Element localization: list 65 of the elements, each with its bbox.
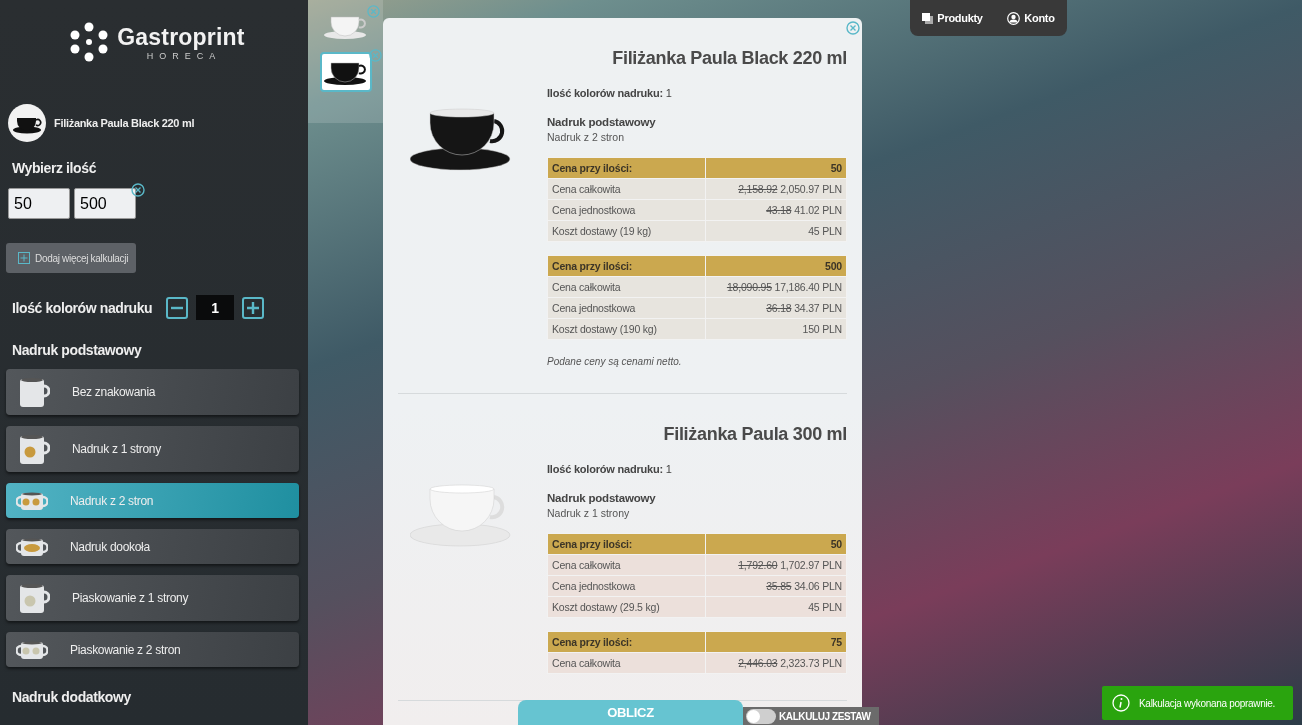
print-type-value: Nadruk z 2 stron [547, 131, 626, 143]
mug-icon [16, 536, 48, 557]
table-header-cell: Cena przy ilości: [547, 631, 706, 653]
product-thumbnail[interactable] [319, 52, 372, 92]
minus-icon[interactable] [166, 296, 189, 319]
print-colors-text: Ilość kolorów nadruku: 1 [547, 87, 673, 99]
toggle-label: KALKULUJ ZESTAW [779, 710, 871, 722]
nav-link[interactable]: Produkty [922, 12, 983, 24]
toggle-switch[interactable] [746, 708, 776, 724]
mug-icon [18, 376, 50, 408]
section-heading: Nadruk podstawowy [12, 342, 142, 358]
nav-link[interactable]: Konto [1007, 11, 1055, 25]
table-cell: Cena całkowita [547, 276, 706, 298]
table-header-cell: Cena przy ilości: [547, 533, 706, 555]
table-header-cell: 75 [706, 631, 847, 653]
table-header-cell: Cena przy ilości: [547, 157, 706, 179]
table-header-cell: Cena przy ilości: [547, 255, 706, 277]
net-price-note: Podane ceny są cenami netto. [547, 356, 683, 367]
table-cell: Koszt dostawy (19 kg) [547, 220, 706, 242]
info-icon [1112, 694, 1130, 712]
table-header-cell: 50 [706, 157, 847, 179]
print-option[interactable]: Bez znakowania [6, 369, 299, 415]
product-name: Filiżanka Paula Black 220 ml [54, 117, 195, 129]
product-title: Filiżanka Paula Black 220 ml [611, 48, 847, 69]
table-cell: Cena całkowita [547, 652, 706, 674]
table-header-cell: 500 [706, 255, 847, 277]
brand-name: Gastroprint [117, 23, 245, 51]
color-count-field[interactable]: 1 [196, 295, 235, 320]
print-option[interactable]: Nadruk dookoła [6, 529, 299, 564]
close-icon[interactable] [368, 49, 382, 62]
table-cell: Koszt dostawy (29.5 kg) [547, 596, 706, 618]
print-type-heading: Nadruk podstawowy [547, 492, 657, 504]
product-title: Filiżanka Paula 300 ml [662, 424, 847, 445]
table-cell: Cena jednostkowa [547, 199, 706, 221]
table-cell: Cena jednostkowa [547, 575, 706, 597]
brand-tagline: HORECA [146, 50, 222, 61]
print-type-heading: Nadruk podstawowy [547, 116, 657, 128]
flower-logo-icon [69, 22, 110, 62]
print-colors-label: Ilość kolorów nadruku [12, 299, 153, 316]
section-heading: Nadruk dodatkowy [12, 689, 131, 705]
print-type-value: Nadruk z 1 strony [547, 507, 631, 519]
mug-icon [18, 582, 50, 614]
mug-icon [16, 639, 48, 660]
remove-icon[interactable] [131, 183, 145, 197]
quantity-input[interactable]: 500 [74, 188, 136, 219]
cup-thumbnail-icon [8, 104, 46, 142]
table-cell: Cena jednostkowa [547, 297, 706, 319]
table-cell: Koszt dostawy (190 kg) [547, 318, 706, 340]
copy-icon [922, 12, 934, 24]
toast-message: Kalkulacja wykonana poprawnie. [1139, 697, 1276, 709]
mug-icon [18, 433, 50, 465]
table-cell: Cena całkowita [547, 554, 706, 576]
quantity-input[interactable]: 50 [8, 188, 70, 219]
add-calculation-button[interactable]: Dodaj więcej kalkulacji [6, 243, 137, 273]
plus-icon [18, 252, 30, 264]
table-header-cell: 50 [706, 533, 847, 555]
table-cell: Cena całkowita [547, 178, 706, 200]
print-colors-text: Ilość kolorów nadruku: 1 [547, 463, 673, 475]
print-option[interactable]: Nadruk z 1 strony [6, 426, 299, 472]
quantity-heading: Wybierz ilość [12, 160, 97, 176]
user-icon [1007, 11, 1021, 25]
print-option[interactable]: Piaskowanie z 1 strony [6, 575, 299, 621]
print-option[interactable]: Piaskowanie z 2 stron [6, 632, 299, 667]
mug-icon [16, 490, 48, 511]
plus-icon[interactable] [242, 296, 265, 319]
